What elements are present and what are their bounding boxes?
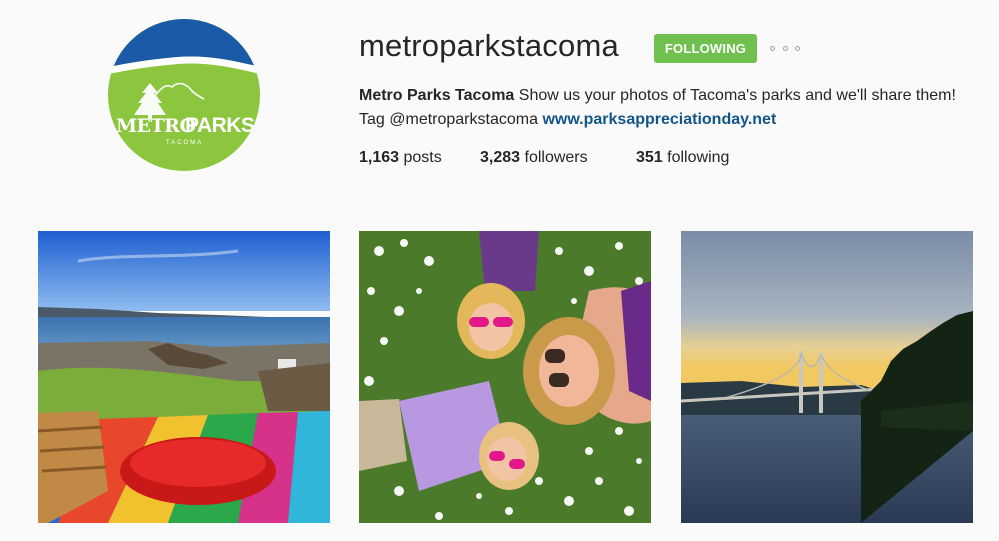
following-stat[interactable]: 351 following (636, 146, 729, 170)
svg-text:TACOMA: TACOMA (166, 140, 203, 146)
girls-in-daisies-photo (359, 231, 651, 523)
followers-count: 3,283 (480, 149, 521, 166)
followers-label: followers (524, 149, 588, 166)
svg-text:PARKS: PARKS (185, 114, 255, 137)
followers-stat[interactable]: 3,283 followers (480, 146, 588, 170)
post-thumbnail-narrows-bridge[interactable] (681, 231, 973, 523)
following-count: 351 (636, 149, 663, 166)
narrows-bridge-photo (681, 231, 973, 523)
ellipsis-icon[interactable] (770, 40, 800, 56)
posts-stat: 1,163 posts (359, 146, 442, 170)
beach-picnic-photo (38, 231, 330, 523)
following-label: following (667, 149, 730, 166)
profile-username: metroparkstacoma (359, 28, 619, 63)
metro-parks-logo: METRO PARKS TACOMA (108, 19, 260, 171)
profile-avatar[interactable]: METRO PARKS TACOMA (108, 19, 260, 171)
posts-count: 1,163 (359, 149, 400, 166)
svg-text:METRO: METRO (116, 115, 196, 137)
profile-bio: Metro Parks Tacoma Show us your photos o… (359, 84, 959, 132)
posts-label: posts (403, 149, 442, 166)
dot-icon (770, 45, 775, 51)
post-thumbnail-beach-picnic[interactable] (38, 231, 330, 523)
profile-page: METRO PARKS TACOMA metroparkstacoma FOLL… (0, 0, 999, 541)
profile-full-name: Metro Parks Tacoma (359, 87, 515, 104)
dot-icon (782, 45, 788, 51)
post-thumbnail-girls-in-daisies[interactable] (359, 231, 651, 523)
profile-website-link[interactable]: www.parksappreciationday.net (542, 111, 776, 128)
following-button[interactable]: FOLLOWING (654, 34, 757, 63)
dot-icon (795, 45, 800, 51)
